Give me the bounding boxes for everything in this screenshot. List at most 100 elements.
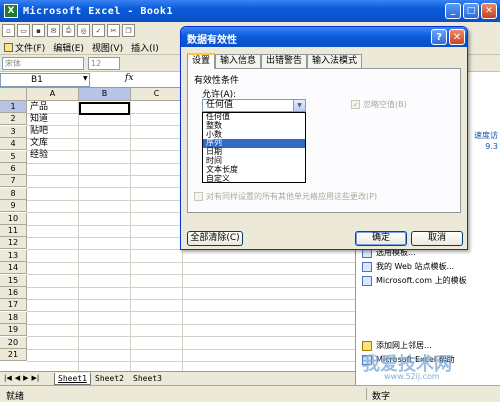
cell-a4[interactable]: 文库 <box>30 137 48 149</box>
column-header-b[interactable]: B <box>79 88 131 101</box>
dialog-close-button[interactable]: ✕ <box>449 29 465 45</box>
row-gridline <box>27 323 355 325</box>
cut-icon[interactable]: ✂ <box>107 24 120 37</box>
row-gridline <box>27 348 355 350</box>
tab-error-alert[interactable]: 出错警告 <box>261 54 308 68</box>
font-size-select[interactable]: 12 <box>88 57 120 70</box>
row-header-14[interactable]: 14 <box>0 262 27 275</box>
next-sheet-icon[interactable]: ▶ <box>23 374 28 382</box>
column-header-c[interactable]: C <box>131 88 183 101</box>
close-window-button[interactable]: ✕ <box>481 3 497 19</box>
link-microsoft-templates[interactable]: Microsoft.com 上的模板 <box>362 275 467 286</box>
excel-app-icon[interactable]: X <box>4 4 18 18</box>
row-gridline <box>27 274 355 276</box>
window-title: Microsoft Excel - Book1 <box>23 5 173 17</box>
chevron-down-icon[interactable]: ▼ <box>293 100 305 111</box>
dialog-help-button[interactable]: ? <box>431 29 447 45</box>
row-header-6[interactable]: 6 <box>0 163 27 175</box>
tab-input-message[interactable]: 输入信息 <box>215 54 262 68</box>
column-header-a[interactable]: A <box>27 88 79 101</box>
row-gridline <box>27 361 355 362</box>
menu-bar: 文件(F) 编辑(E) 视图(V) 插入(I) <box>4 41 159 54</box>
fx-icon[interactable]: fx <box>125 73 133 83</box>
open-folder-icon[interactable]: ▭ <box>17 24 30 37</box>
validation-criteria-label: 有效性条件 <box>194 76 240 86</box>
ok-button[interactable]: 确定 <box>355 231 407 246</box>
tab-ime-mode[interactable]: 输入法模式 <box>307 54 363 68</box>
dialog-title: 数据有效性 <box>187 35 237 46</box>
row-gridline <box>27 261 355 263</box>
sheet-tab-3[interactable]: Sheet3 <box>130 373 165 385</box>
clear-all-button[interactable]: 全部清除(C) <box>187 231 243 246</box>
row-header-15[interactable]: 15 <box>0 274 27 287</box>
print-icon[interactable]: ⎙ <box>62 24 75 37</box>
save-icon[interactable]: ▪ <box>32 24 45 37</box>
link-web-site-templates[interactable]: 我的 Web 站点模板... <box>362 261 454 272</box>
watermark: 我爱技术网 www.52ij.com <box>362 354 452 381</box>
row-header-1[interactable]: 1 <box>0 101 27 113</box>
menu-edit[interactable]: 编辑(E) <box>53 41 84 54</box>
row-header-20[interactable]: 20 <box>0 336 27 349</box>
name-box[interactable]: B1 <box>0 73 90 87</box>
allow-options-list[interactable]: 任何值 整数 小数 序列 日期 时间 文本长度 自定义 <box>202 112 306 183</box>
maximize-button[interactable]: □ <box>463 3 479 19</box>
cell-a3[interactable]: 贴吧 <box>30 125 48 137</box>
row-header-9[interactable]: 9 <box>0 200 27 213</box>
row-header-7[interactable]: 7 <box>0 175 27 188</box>
first-sheet-icon[interactable]: |◀ <box>4 374 12 382</box>
row-gridline <box>27 336 355 338</box>
row-gridline <box>27 311 355 313</box>
spellcheck-icon[interactable]: ✓ <box>92 24 105 37</box>
preview-icon[interactable]: ◎ <box>77 24 90 37</box>
dialog-tabs: 设置 输入信息 出错警告 输入法模式 <box>187 53 363 69</box>
row-header-2[interactable]: 2 <box>0 113 27 126</box>
menu-view[interactable]: 视图(V) <box>92 41 123 54</box>
row-gridline <box>27 299 355 300</box>
new-file-icon[interactable]: ▫ <box>2 24 15 37</box>
row-header-12[interactable]: 12 <box>0 237 27 250</box>
select-all-corner[interactable] <box>0 88 27 101</box>
row-header-4[interactable]: 4 <box>0 138 27 151</box>
ignore-blank-checkbox[interactable]: ✓ 忽略空值(B) <box>351 99 407 110</box>
font-name-select[interactable]: 宋体 <box>2 57 84 70</box>
allow-select[interactable]: 任何值 ▼ <box>202 99 306 112</box>
row-header-5[interactable]: 5 <box>0 150 27 163</box>
sheet-tab-2[interactable]: Sheet2 <box>92 373 127 385</box>
row-header-21[interactable]: 21 <box>0 349 27 361</box>
microsoft-template-icon <box>362 275 372 286</box>
option-custom[interactable]: 自定义 <box>203 174 305 184</box>
cell-a5[interactable]: 经验 <box>30 149 48 161</box>
row-header-16[interactable]: 16 <box>0 287 27 299</box>
last-sheet-icon[interactable]: ▶| <box>32 374 40 382</box>
menu-file[interactable]: 文件(F) <box>4 41 45 54</box>
status-num: 数字 <box>372 392 391 402</box>
dialog-title-bar[interactable]: 数据有效性 ? ✕ <box>181 27 467 47</box>
row-header-11[interactable]: 11 <box>0 225 27 237</box>
row-header-8[interactable]: 8 <box>0 187 27 200</box>
cell-a1[interactable]: 产品 <box>30 101 48 113</box>
folder-icon <box>362 340 372 351</box>
prev-sheet-icon[interactable]: ◀ <box>15 374 20 382</box>
standard-toolbar: ▫ ▭ ▪ ✉ ⎙ ◎ ✓ ✂ ❐ <box>2 24 135 38</box>
data-validation-dialog: 数据有效性 ? ✕ 设置 输入信息 出错警告 输入法模式 有效性条件 允许(A)… <box>180 26 468 250</box>
row-header-3[interactable]: 3 <box>0 125 27 138</box>
row-header-10[interactable]: 10 <box>0 212 27 225</box>
active-cell-b1[interactable] <box>79 102 130 115</box>
menu-insert[interactable]: 插入(I) <box>131 41 159 54</box>
row-header-18[interactable]: 18 <box>0 311 27 324</box>
name-box-dropdown-icon[interactable]: ▼ <box>83 75 88 82</box>
copy-icon[interactable]: ❐ <box>122 24 135 37</box>
web-template-icon <box>362 261 372 272</box>
checkbox-unchecked-icon <box>194 192 203 201</box>
tab-settings[interactable]: 设置 <box>187 53 216 69</box>
mail-icon[interactable]: ✉ <box>47 24 60 37</box>
cell-a2[interactable]: 知道 <box>30 113 48 125</box>
apply-to-all-checkbox[interactable]: 对有同样设置的所有其他单元格应用这些更改(P) <box>194 191 377 202</box>
cancel-button[interactable]: 取消 <box>411 231 463 246</box>
row-header-17[interactable]: 17 <box>0 299 27 312</box>
sheet-tab-1[interactable]: Sheet1 <box>54 373 91 385</box>
row-header-13[interactable]: 13 <box>0 249 27 262</box>
minimize-button[interactable]: _ <box>445 3 461 19</box>
row-header-19[interactable]: 19 <box>0 324 27 337</box>
status-bar: 就绪 数字 <box>0 385 500 402</box>
